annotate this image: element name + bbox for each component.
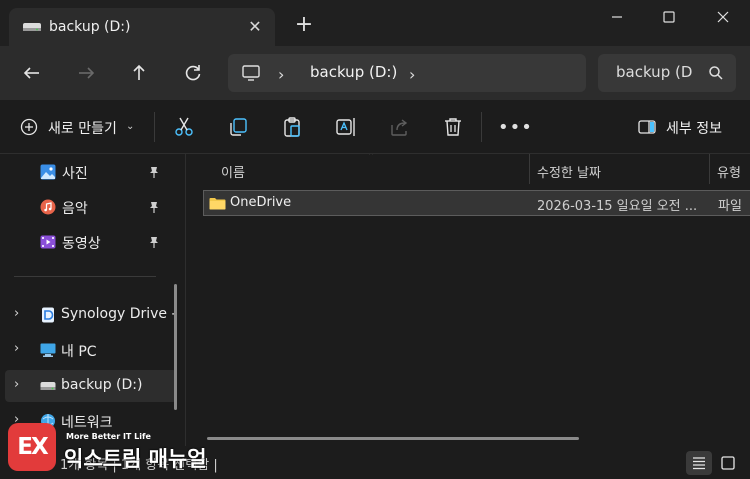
pin-icon[interactable] xyxy=(147,235,161,249)
new-button[interactable]: 새로 만들기 ⌄ xyxy=(14,112,144,142)
sort-ascending-icon: ⌃ xyxy=(367,154,376,162)
folder-icon xyxy=(209,198,226,210)
new-button-label: 새로 만들기 xyxy=(48,121,117,137)
sidebar-item-label: 사진 xyxy=(62,166,88,182)
new-tab-button[interactable]: + xyxy=(293,14,315,36)
drive-icon xyxy=(40,382,56,390)
table-row[interactable]: OneDrive 2026-03-15 일요일 오전 ... 파일 xyxy=(203,190,750,216)
share-icon[interactable] xyxy=(388,115,412,139)
cut-icon[interactable] xyxy=(172,115,196,139)
delete-icon[interactable] xyxy=(441,115,465,139)
music-icon xyxy=(40,199,56,215)
sidebar-item-backup-drive[interactable]: › backup (D:) xyxy=(5,370,177,402)
column-divider[interactable] xyxy=(709,154,710,184)
forward-arrow-icon[interactable] xyxy=(72,59,100,87)
breadcrumb-segment[interactable]: backup (D:) xyxy=(310,63,397,81)
watermark-logo: EX xyxy=(8,423,56,471)
address-bar[interactable]: › backup (D:) › xyxy=(228,54,586,92)
navigation-bar: › backup (D:) › backup (D:) xyxy=(0,46,750,100)
expand-chevron-icon[interactable]: › xyxy=(14,377,19,392)
monitor-icon xyxy=(242,65,260,81)
sidebar-item-label: 음악 xyxy=(62,201,88,217)
pin-icon[interactable] xyxy=(147,165,161,179)
command-bar: 새로 만들기 ⌄ ••• 세부 정보 xyxy=(0,100,750,154)
videos-icon xyxy=(40,235,56,249)
sidebar-item-photos[interactable]: 사진 xyxy=(0,156,180,188)
tab-backup[interactable]: backup (D:) ✕ xyxy=(9,8,275,46)
file-list: ⌃ 이름 수정한 날짜 유형 OneDrive 2026-03-15 일요일 오… xyxy=(187,154,750,446)
file-name: OneDrive xyxy=(230,195,292,210)
copy-icon[interactable] xyxy=(226,115,250,139)
tab-close-icon[interactable]: ✕ xyxy=(245,17,265,37)
minimize-icon[interactable] xyxy=(594,0,640,34)
column-divider[interactable] xyxy=(529,154,530,184)
details-view-icon[interactable] xyxy=(686,451,712,475)
watermark-tagline: More Better IT Life xyxy=(66,432,151,441)
maximize-icon[interactable] xyxy=(646,0,692,34)
chevron-down-icon: ⌄ xyxy=(126,121,135,132)
watermark-name: 익스트림 매뉴얼 xyxy=(64,447,207,471)
expand-chevron-icon[interactable]: › xyxy=(14,341,19,356)
rename-icon[interactable] xyxy=(334,115,358,139)
expand-chevron-icon[interactable]: › xyxy=(14,306,19,321)
close-window-icon[interactable] xyxy=(700,0,746,34)
navigation-pane: 사진 음악 동영상 › Synology Drive - › 내 PC › ba… xyxy=(0,154,186,446)
sidebar-item-label: Synology Drive - xyxy=(61,306,177,322)
sidebar-item-label: 동영상 xyxy=(62,236,101,252)
details-pane-icon xyxy=(638,120,656,134)
sidebar-item-videos[interactable]: 동영상 xyxy=(0,226,180,258)
sidebar-item-label: 내 PC xyxy=(61,344,97,360)
file-type: 파일 xyxy=(718,199,742,214)
up-arrow-icon[interactable] xyxy=(125,59,153,87)
pc-icon xyxy=(40,343,56,357)
add-circle-icon xyxy=(20,118,38,136)
search-input[interactable]: backup (D:) xyxy=(616,63,694,81)
horizontal-scrollbar[interactable] xyxy=(207,437,579,440)
sidebar-item-label: backup (D:) xyxy=(61,377,143,393)
breadcrumb-chevron-icon[interactable]: › xyxy=(278,65,284,84)
details-pane-button[interactable]: 세부 정보 xyxy=(632,114,738,140)
pin-icon[interactable] xyxy=(147,200,161,214)
search-box[interactable]: backup (D:) xyxy=(598,54,736,92)
synology-drive-icon xyxy=(42,307,54,323)
paste-icon[interactable] xyxy=(280,115,304,139)
sidebar-scrollbar[interactable] xyxy=(174,284,177,410)
sidebar-item-this-pc[interactable]: › 내 PC xyxy=(0,334,180,366)
breadcrumb-chevron-icon[interactable]: › xyxy=(409,65,415,84)
sidebar-divider xyxy=(14,276,156,277)
command-separator xyxy=(154,112,155,142)
drive-icon xyxy=(23,23,41,31)
sidebar-item-music[interactable]: 음악 xyxy=(0,191,180,223)
tiles-view-icon[interactable] xyxy=(716,451,740,475)
tab-title: backup (D:) xyxy=(49,19,131,35)
command-separator xyxy=(481,112,482,142)
refresh-icon[interactable] xyxy=(179,59,207,87)
title-bar: backup (D:) ✕ + xyxy=(0,0,750,46)
details-pane-label: 세부 정보 xyxy=(666,121,722,137)
watermark: EX More Better IT Life 익스트림 매뉴얼 xyxy=(8,419,207,475)
search-icon[interactable] xyxy=(708,65,724,81)
watermark-logo-text: EX xyxy=(17,434,48,460)
file-date-modified: 2026-03-15 일요일 오전 ... xyxy=(537,199,698,214)
sidebar-item-synology-drive[interactable]: › Synology Drive - xyxy=(0,299,180,331)
photos-icon xyxy=(40,164,56,180)
back-arrow-icon[interactable] xyxy=(18,59,46,87)
more-options-icon[interactable]: ••• xyxy=(498,119,533,137)
